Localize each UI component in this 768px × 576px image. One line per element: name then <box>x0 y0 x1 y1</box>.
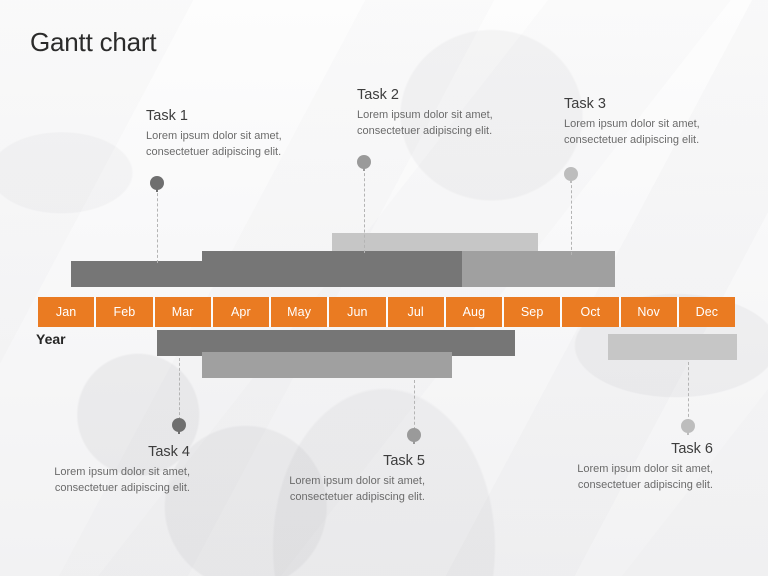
month-cell-sep[interactable]: Sep <box>504 297 563 327</box>
gantt-bar-task-6[interactable] <box>608 334 737 360</box>
task-desc-task-1-line1: Lorem ipsum dolor sit amet, <box>146 130 282 142</box>
connector-task-3 <box>571 180 572 255</box>
month-cell-feb[interactable]: Feb <box>96 297 155 327</box>
connector-task-5 <box>414 380 415 430</box>
task-block-task-6[interactable]: Task 6 Lorem ipsum dolor sit amet, conse… <box>523 441 713 494</box>
marker-task-1[interactable] <box>150 176 164 190</box>
task-block-task-3[interactable]: Task 3 Lorem ipsum dolor sit amet, conse… <box>564 96 764 149</box>
marker-task-2[interactable] <box>357 155 371 169</box>
marker-task-4[interactable] <box>172 418 186 432</box>
task-desc-task-5-line1: Lorem ipsum dolor sit amet, <box>289 475 425 487</box>
month-cell-aug[interactable]: Aug <box>445 297 504 327</box>
task-title-task-1: Task 1 <box>146 108 188 124</box>
timeline-month-axis: Jan Feb Mar Apr May Jun Jul Aug Sep Oct Nov Dec <box>38 297 735 327</box>
task-desc-task-6-line2: consectetuer adipiscing elit. <box>577 478 713 491</box>
gantt-chart-slide: Gantt chart Jan Feb Mar Apr May Jun Jul Aug Sep O… <box>0 0 768 576</box>
month-cell-apr[interactable]: Apr <box>212 297 271 327</box>
connector-task-2 <box>364 168 365 253</box>
gantt-bar-task-1-extension[interactable] <box>462 261 615 287</box>
task-desc-task-4-line1: Lorem ipsum dolor sit amet, <box>54 466 190 478</box>
task-title-task-2: Task 2 <box>357 87 399 103</box>
task-desc-task-1-line2: consectetuer adipiscing elit. <box>146 145 282 158</box>
connector-task-1 <box>157 188 158 263</box>
month-cell-mar[interactable]: Mar <box>154 297 213 327</box>
task-desc-task-6-line1: Lorem ipsum dolor sit amet, <box>577 463 713 475</box>
marker-task-6[interactable] <box>681 419 695 433</box>
task-block-task-5[interactable]: Task 5 Lorem ipsum dolor sit amet, conse… <box>235 453 425 506</box>
task-title-task-5: Task 5 <box>383 453 425 469</box>
connector-task-6 <box>688 362 689 422</box>
task-title-task-6: Task 6 <box>671 441 713 457</box>
year-label: Year <box>36 331 66 347</box>
gantt-bar-task-1[interactable] <box>71 261 462 287</box>
task-block-task-4[interactable]: Task 4 Lorem ipsum dolor sit amet, conse… <box>0 444 190 497</box>
month-cell-dec[interactable]: Dec <box>678 297 735 327</box>
task-block-task-1[interactable]: Task 1 Lorem ipsum dolor sit amet, conse… <box>146 108 346 161</box>
marker-task-5[interactable] <box>407 428 421 442</box>
marker-task-3[interactable] <box>564 167 578 181</box>
task-desc-task-2-line2: consectetuer adipiscing elit. <box>357 124 493 137</box>
task-block-task-2[interactable]: Task 2 Lorem ipsum dolor sit amet, conse… <box>357 87 557 140</box>
month-cell-oct[interactable]: Oct <box>562 297 621 327</box>
task-desc-task-2-line1: Lorem ipsum dolor sit amet, <box>357 109 493 121</box>
task-desc-task-3-line2: consectetuer adipiscing elit. <box>564 133 700 146</box>
gantt-bar-task-5[interactable] <box>202 352 452 378</box>
month-cell-may[interactable]: May <box>271 297 330 327</box>
task-desc-task-5-line2: consectetuer adipiscing elit. <box>289 490 425 503</box>
month-cell-nov[interactable]: Nov <box>620 297 679 327</box>
month-cell-jun[interactable]: Jun <box>329 297 388 327</box>
connector-task-4 <box>179 358 180 420</box>
task-title-task-3: Task 3 <box>564 96 606 112</box>
page-title: Gantt chart <box>30 27 157 57</box>
task-desc-task-3-line1: Lorem ipsum dolor sit amet, <box>564 118 700 130</box>
task-desc-task-4-line2: consectetuer adipiscing elit. <box>54 481 190 494</box>
month-cell-jul[interactable]: Jul <box>387 297 446 327</box>
month-cell-jan[interactable]: Jan <box>38 297 97 327</box>
task-title-task-4: Task 4 <box>148 444 190 460</box>
